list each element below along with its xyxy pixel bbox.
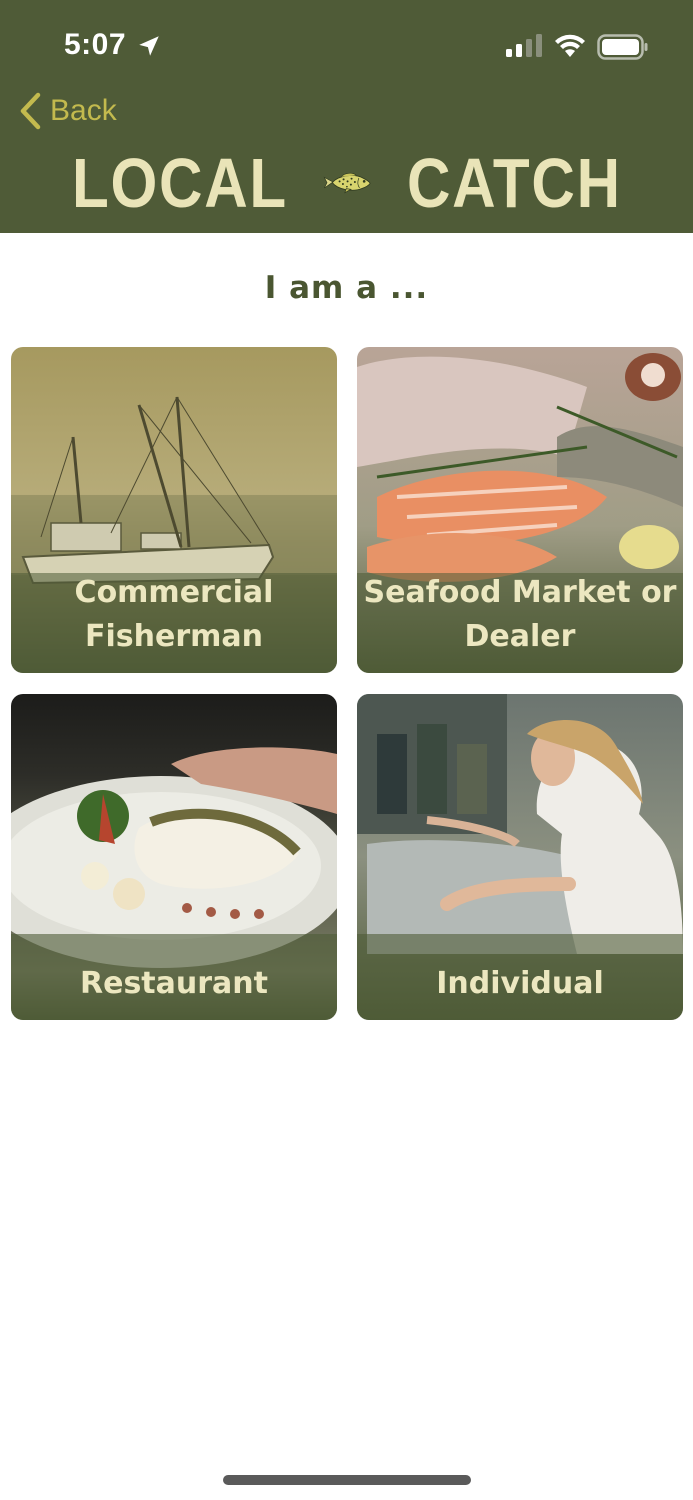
option-card-restaurant[interactable]: Restaurant <box>11 694 337 1020</box>
option-card-individual[interactable]: Individual <box>357 694 683 1020</box>
logo-word-left: LOCAL <box>72 144 288 222</box>
local-catch-logo: LOCAL CATCH <box>72 146 622 220</box>
option-label-restaurant: Restaurant <box>80 966 268 1001</box>
option-label-line1: Seafood Market or <box>363 575 677 610</box>
option-label-individual: Individual <box>436 966 604 1001</box>
option-label-commercial-fisherman: Commercial Fisherman <box>11 571 337 659</box>
app-header: 5:07 Back LOCAL CATCH <box>0 0 693 233</box>
wifi-icon <box>555 34 585 57</box>
option-label-line1: Commercial <box>74 575 274 610</box>
chevron-left-icon <box>20 92 41 130</box>
cellular-signal-icon <box>506 34 542 57</box>
option-card-commercial-fisherman[interactable]: Commercial Fisherman <box>11 347 337 673</box>
logo-word-right: CATCH <box>407 144 622 222</box>
location-arrow-icon <box>139 36 159 56</box>
back-button-label: Back <box>50 94 117 127</box>
home-indicator[interactable] <box>223 1475 471 1485</box>
status-time: 5:07 <box>64 28 127 61</box>
back-button[interactable]: Back <box>18 90 117 132</box>
option-label-seafood-market: Seafood Market or Dealer <box>357 571 683 659</box>
status-bar: 5:07 <box>0 0 693 90</box>
option-card-seafood-market[interactable]: Seafood Market or Dealer <box>357 347 683 673</box>
page-heading: I am a ... <box>264 270 429 306</box>
battery-icon <box>597 34 648 60</box>
option-label-line2: Fisherman <box>85 619 263 654</box>
fish-icon <box>323 172 371 194</box>
option-label-line2: Dealer <box>464 619 576 654</box>
